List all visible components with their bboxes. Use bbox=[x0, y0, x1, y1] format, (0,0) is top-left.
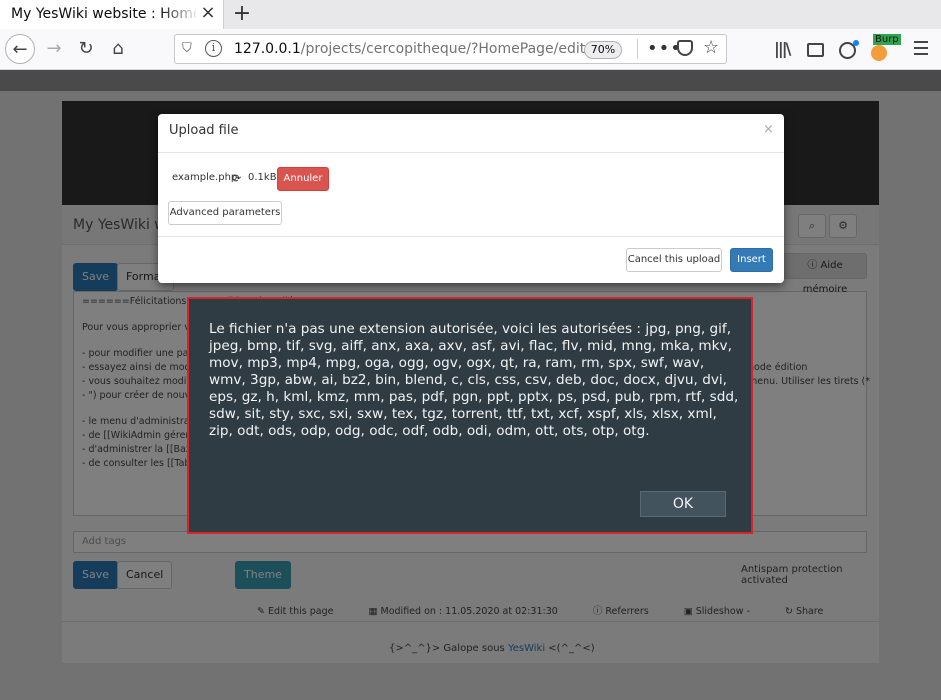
upload-file-modal: Upload file × example.php ⟳ 0.1kB Annule… bbox=[158, 114, 784, 283]
zoom-level[interactable]: 70% bbox=[584, 41, 622, 59]
url-bar[interactable]: ⛉ i 127.0.0.1/projects/cercopitheque/?Ho… bbox=[174, 34, 727, 64]
hamburger-menu-icon[interactable] bbox=[914, 41, 928, 59]
burp-extension-icon[interactable]: Burp bbox=[867, 34, 901, 61]
upload-modal-title: Upload file bbox=[169, 123, 239, 138]
back-button[interactable]: ← bbox=[5, 34, 35, 64]
alert-dialog: Le fichier n'a pas une extension autoris… bbox=[187, 297, 753, 534]
ok-button[interactable]: OK bbox=[640, 491, 726, 517]
insert-button[interactable]: Insert bbox=[730, 248, 773, 272]
reload-button[interactable]: ↻ bbox=[71, 34, 101, 64]
forward-button[interactable]: → bbox=[39, 34, 69, 64]
advanced-parameters-button[interactable]: Advanced parameters bbox=[168, 201, 282, 225]
browser-tab[interactable]: My YesWiki website : HomePa × bbox=[0, 0, 224, 29]
annuler-button[interactable]: Annuler bbox=[277, 167, 329, 191]
library-icon[interactable]: |||\ bbox=[774, 39, 791, 58]
url-text[interactable]: 127.0.0.1/projects/cercopitheque/?HomePa… bbox=[234, 41, 585, 57]
upload-filename: example.php bbox=[172, 172, 238, 183]
tab-bar: My YesWiki website : HomePa × + bbox=[0, 0, 941, 29]
upload-filesize: 0.1kB bbox=[248, 172, 277, 183]
new-tab-button[interactable]: + bbox=[231, 2, 253, 26]
navigation-bar: ← → ↻ ⌂ ⛉ i 127.0.0.1/projects/cercopith… bbox=[0, 29, 941, 70]
shield-icon[interactable]: ⛉ bbox=[182, 41, 192, 56]
alert-message: Le fichier n'a pas une extension autoris… bbox=[209, 321, 739, 439]
close-tab-icon[interactable]: × bbox=[199, 4, 217, 22]
cancel-upload-button[interactable]: Cancel this upload bbox=[626, 248, 722, 272]
spinner-icon: ⟳ bbox=[232, 172, 242, 185]
home-button[interactable]: ⌂ bbox=[103, 34, 133, 64]
bookmark-star-icon[interactable]: ☆ bbox=[703, 37, 719, 58]
sidebar-icon[interactable] bbox=[807, 43, 824, 57]
pocket-icon[interactable] bbox=[677, 40, 693, 56]
info-icon[interactable]: i bbox=[205, 40, 222, 57]
close-icon[interactable]: × bbox=[763, 122, 774, 137]
